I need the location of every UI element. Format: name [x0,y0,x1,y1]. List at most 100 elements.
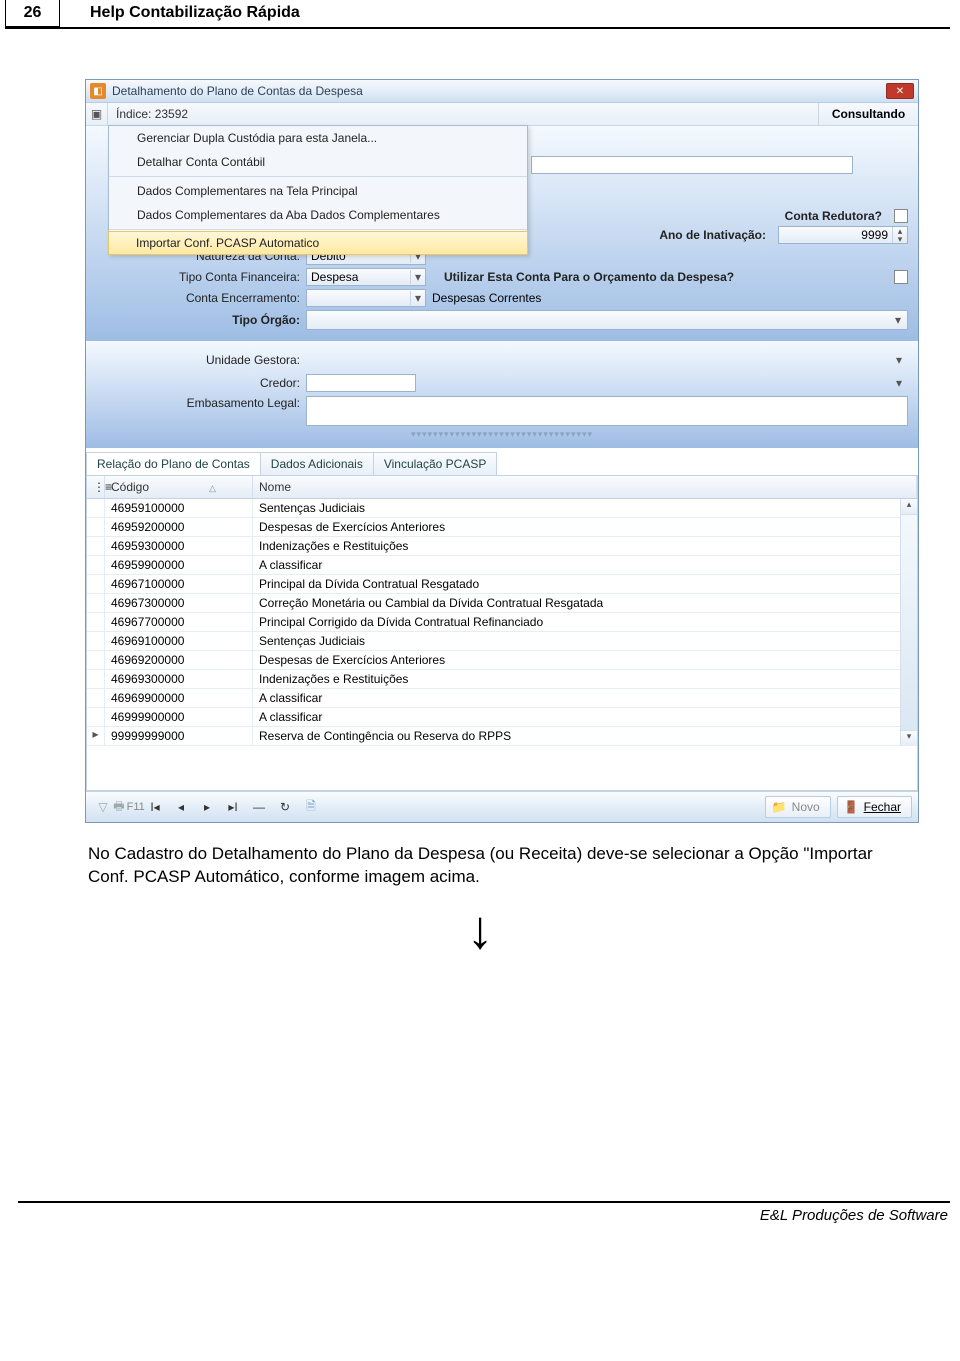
ano-inativacao-input[interactable]: 9999▴▾ [778,226,908,244]
cell-codigo: 46959300000 [105,537,253,555]
table-row[interactable]: 46959300000Indenizações e Restituições [87,537,917,556]
cell-nome: Sentenças Judiciais [253,632,917,650]
grid-header-codigo[interactable]: Código△ [105,476,253,498]
utilizar-checkbox[interactable] [894,270,908,284]
conta-encerramento-select[interactable]: ▾ [306,289,426,307]
cell-codigo: 46999900000 [105,708,253,726]
instruction-paragraph: No Cadastro do Detalhamento do Plano da … [88,843,905,889]
despesas-correntes-text: Despesas Correntes [432,291,541,305]
table-row[interactable]: 46999900000A classificar [87,708,917,727]
refresh-icon[interactable]: ↻ [274,798,296,816]
unidade-gestora-select[interactable]: ▾ [306,350,908,370]
row-marker [87,575,105,593]
cell-nome: A classificar [253,556,917,574]
menu-item-dupla-custodia[interactable]: Gerenciar Dupla Custódia para esta Janel… [109,126,527,150]
nav-next-icon[interactable]: ▸ [196,798,218,816]
nav-last-icon[interactable]: ▸I [222,798,244,816]
filter-icon[interactable]: ▽ [92,798,114,816]
cell-codigo: 46969100000 [105,632,253,650]
tipo-financeira-select[interactable]: Despesa▾ [306,268,426,286]
cell-nome: Despesas de Exercícios Anteriores [253,518,917,536]
resize-grip[interactable]: ▾▾▾▾▾▾▾▾▾▾▾▾▾▾▾▾▾▾▾▾▾▾▾▾▾▾▾▾▾▾▾▾▾ [96,429,908,440]
embasamento-label: Embasamento Legal: [96,396,306,410]
cell-codigo: 46967700000 [105,613,253,631]
cell-codigo: 46969200000 [105,651,253,669]
grid: ⋮≡ Código△ Nome 46959100000Sentenças Jud… [86,475,918,791]
table-row[interactable]: 46969900000A classificar [87,689,917,708]
document-icon[interactable]: 🗎 [300,798,322,816]
cell-nome: A classificar [253,689,917,707]
fechar-button[interactable]: 🚪 Fechar [837,796,912,818]
cell-nome: Indenizações e Restituições [253,537,917,555]
embasamento-input[interactable] [306,396,908,426]
page-number: 26 [5,0,60,27]
credor-select[interactable]: ▾ [420,373,908,393]
field-rpps[interactable] [531,156,853,174]
tab-vinculacao-pcasp[interactable]: Vinculação PCASP [373,452,498,475]
utilizar-label: Utilizar Esta Conta Para o Orçamento da … [444,270,740,284]
index-label: Índice: 23592 [108,103,818,125]
scroll-up-icon[interactable]: ▴ [901,499,917,515]
unidade-gestora-label: Unidade Gestora: [96,353,306,367]
grid-header-selector[interactable]: ⋮≡ [87,476,105,498]
cell-nome: Principal da Dívida Contratual Resgatado [253,575,917,593]
cell-nome: A classificar [253,708,917,726]
cell-codigo: 46967300000 [105,594,253,612]
menu-item-dados-principal[interactable]: Dados Complementares na Tela Principal [109,179,527,203]
scroll-thumb[interactable] [901,515,917,730]
cell-codigo: 46959900000 [105,556,253,574]
table-row[interactable]: ▸99999999000Reserva de Contingência ou R… [87,727,917,746]
table-row[interactable]: 46959100000Sentenças Judiciais [87,499,917,518]
tab-relacao[interactable]: Relação do Plano de Contas [86,452,261,475]
menu-item-importar-pcasp[interactable]: Importar Conf. PCASP Automatico [108,231,528,255]
row-marker [87,708,105,726]
table-row[interactable]: 46969300000Indenizações e Restituições [87,670,917,689]
ano-inativacao-label: Ano de Inativação: [659,228,772,242]
grid-scrollbar[interactable]: ▴ ▾ [900,499,917,746]
menu-item-dados-aba[interactable]: Dados Complementares da Aba Dados Comple… [109,203,527,227]
table-row[interactable]: 46969100000Sentenças Judiciais [87,632,917,651]
index-row: ▣ Índice: 23592 Consultando Gerenciar Du… [86,103,918,126]
arrow-down-icon: ↓ [0,899,960,961]
tipo-orgao-label: Tipo Órgão: [96,313,306,327]
cell-nome: Principal Corrigido da Dívida Contratual… [253,613,917,631]
row-marker: ▸ [87,727,105,745]
remove-icon[interactable]: — [248,798,270,816]
grid-header-nome[interactable]: Nome [253,476,917,498]
table-row[interactable]: 46959200000Despesas de Exercícios Anteri… [87,518,917,537]
cell-codigo: 99999999000 [105,727,253,745]
grid-body: 46959100000Sentenças Judiciais4695920000… [87,499,917,746]
novo-button[interactable]: 📁Novo [765,796,831,818]
close-button[interactable]: ✕ [886,83,914,99]
row-marker [87,632,105,650]
print-icon[interactable]: 🖶F11 [118,798,140,816]
tipo-orgao-select[interactable]: ▾ [306,310,908,330]
header-title: Help Contabilização Rápida [60,0,300,27]
row-marker [87,556,105,574]
table-row[interactable]: 46959900000A classificar [87,556,917,575]
credor-code-input[interactable] [306,374,416,392]
row-marker [87,537,105,555]
door-icon: 🚪 [844,800,859,814]
grid-header: ⋮≡ Código△ Nome [87,476,917,499]
cell-nome: Sentenças Judiciais [253,499,917,517]
nav-prev-icon[interactable]: ◂ [170,798,192,816]
app-icon: ◧ [90,83,106,99]
index-icon[interactable]: ▣ [86,103,108,125]
row-marker [87,594,105,612]
table-row[interactable]: 46969200000Despesas de Exercícios Anteri… [87,651,917,670]
table-row[interactable]: 46967300000Correção Monetária ou Cambial… [87,594,917,613]
tipo-financeira-label: Tipo Conta Financeira: [96,270,306,284]
title-bar: ◧ Detalhamento do Plano de Contas da Des… [86,80,918,103]
scroll-down-icon[interactable]: ▾ [901,730,917,746]
nav-first-icon[interactable]: I◂ [144,798,166,816]
window-title: Detalhamento do Plano de Contas da Despe… [112,84,886,98]
table-row[interactable]: 46967700000Principal Corrigido da Dívida… [87,613,917,632]
cell-nome: Correção Monetária ou Cambial da Dívida … [253,594,917,612]
tabs: Relação do Plano de Contas Dados Adicion… [86,448,918,475]
row-marker [87,651,105,669]
table-row[interactable]: 46967100000Principal da Dívida Contratua… [87,575,917,594]
conta-redutora-checkbox[interactable] [894,209,908,223]
menu-item-detalhar-conta[interactable]: Detalhar Conta Contábil [109,150,527,174]
tab-dados-adicionais[interactable]: Dados Adicionais [260,452,374,475]
